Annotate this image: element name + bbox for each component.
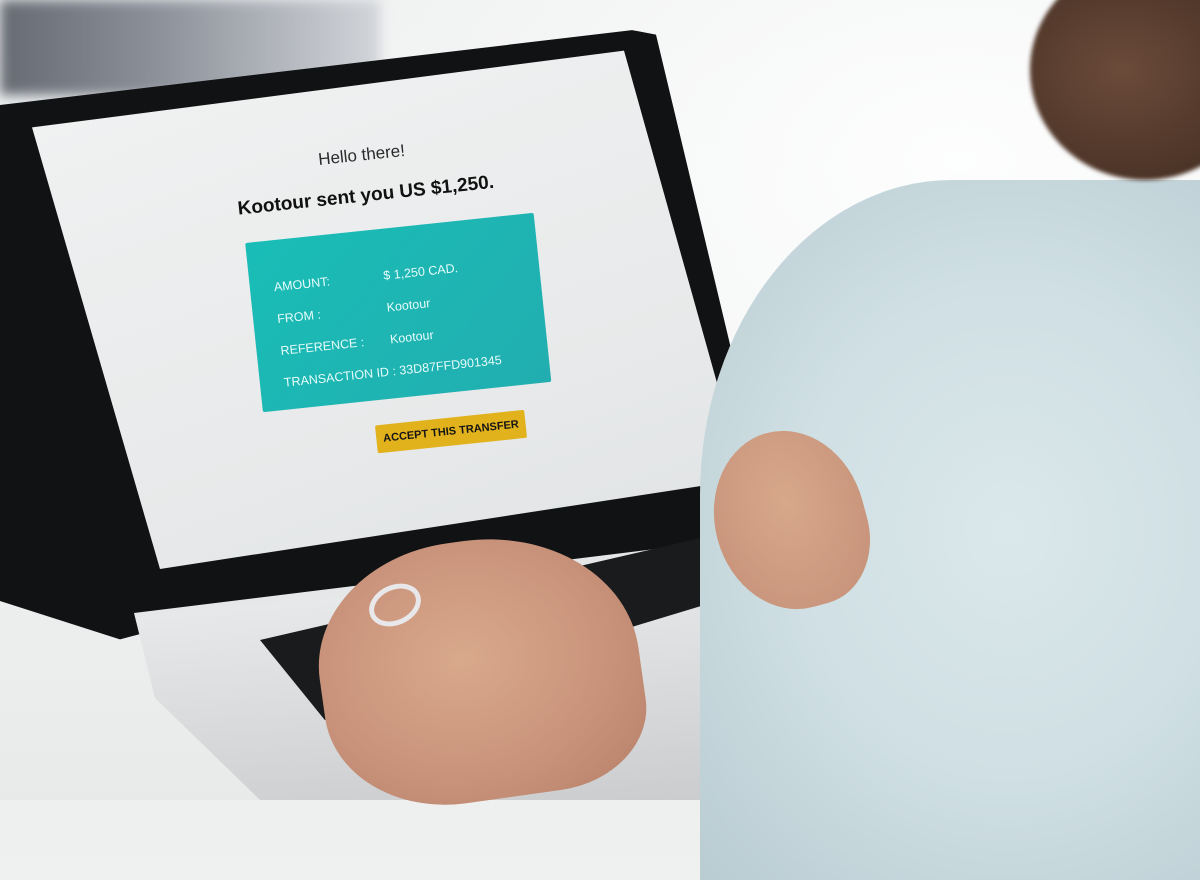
from-label: FROM : <box>276 307 322 327</box>
reference-row: REFERENCE : Kootour <box>280 328 434 358</box>
reference-value: Kootour <box>389 327 435 347</box>
from-row: FROM : Kootour <box>277 296 431 326</box>
accept-transfer-button[interactable]: ACCEPT THIS TRANSFER <box>374 409 528 454</box>
amount-row: AMOUNT: $ 1,250 CAD. <box>273 261 458 294</box>
from-value: Kootour <box>385 296 431 315</box>
amount-value: $ 1,250 CAD. <box>382 261 459 283</box>
transaction-id-value: 33D87FFD901345 <box>398 352 503 378</box>
reference-label: REFERENCE : <box>279 335 365 358</box>
transfer-headline: Kootour sent you US $1,250. <box>236 171 496 220</box>
transfer-details-card: AMOUNT: $ 1,250 CAD. FROM : Kootour REFERE… <box>245 212 552 413</box>
transaction-id-row: TRANSACTION ID : 33D87FFD901345 <box>283 353 502 390</box>
amount-label: AMOUNT: <box>273 274 331 295</box>
transaction-id-label: TRANSACTION ID : <box>283 364 397 390</box>
greeting-text: Hello there! <box>317 140 406 169</box>
